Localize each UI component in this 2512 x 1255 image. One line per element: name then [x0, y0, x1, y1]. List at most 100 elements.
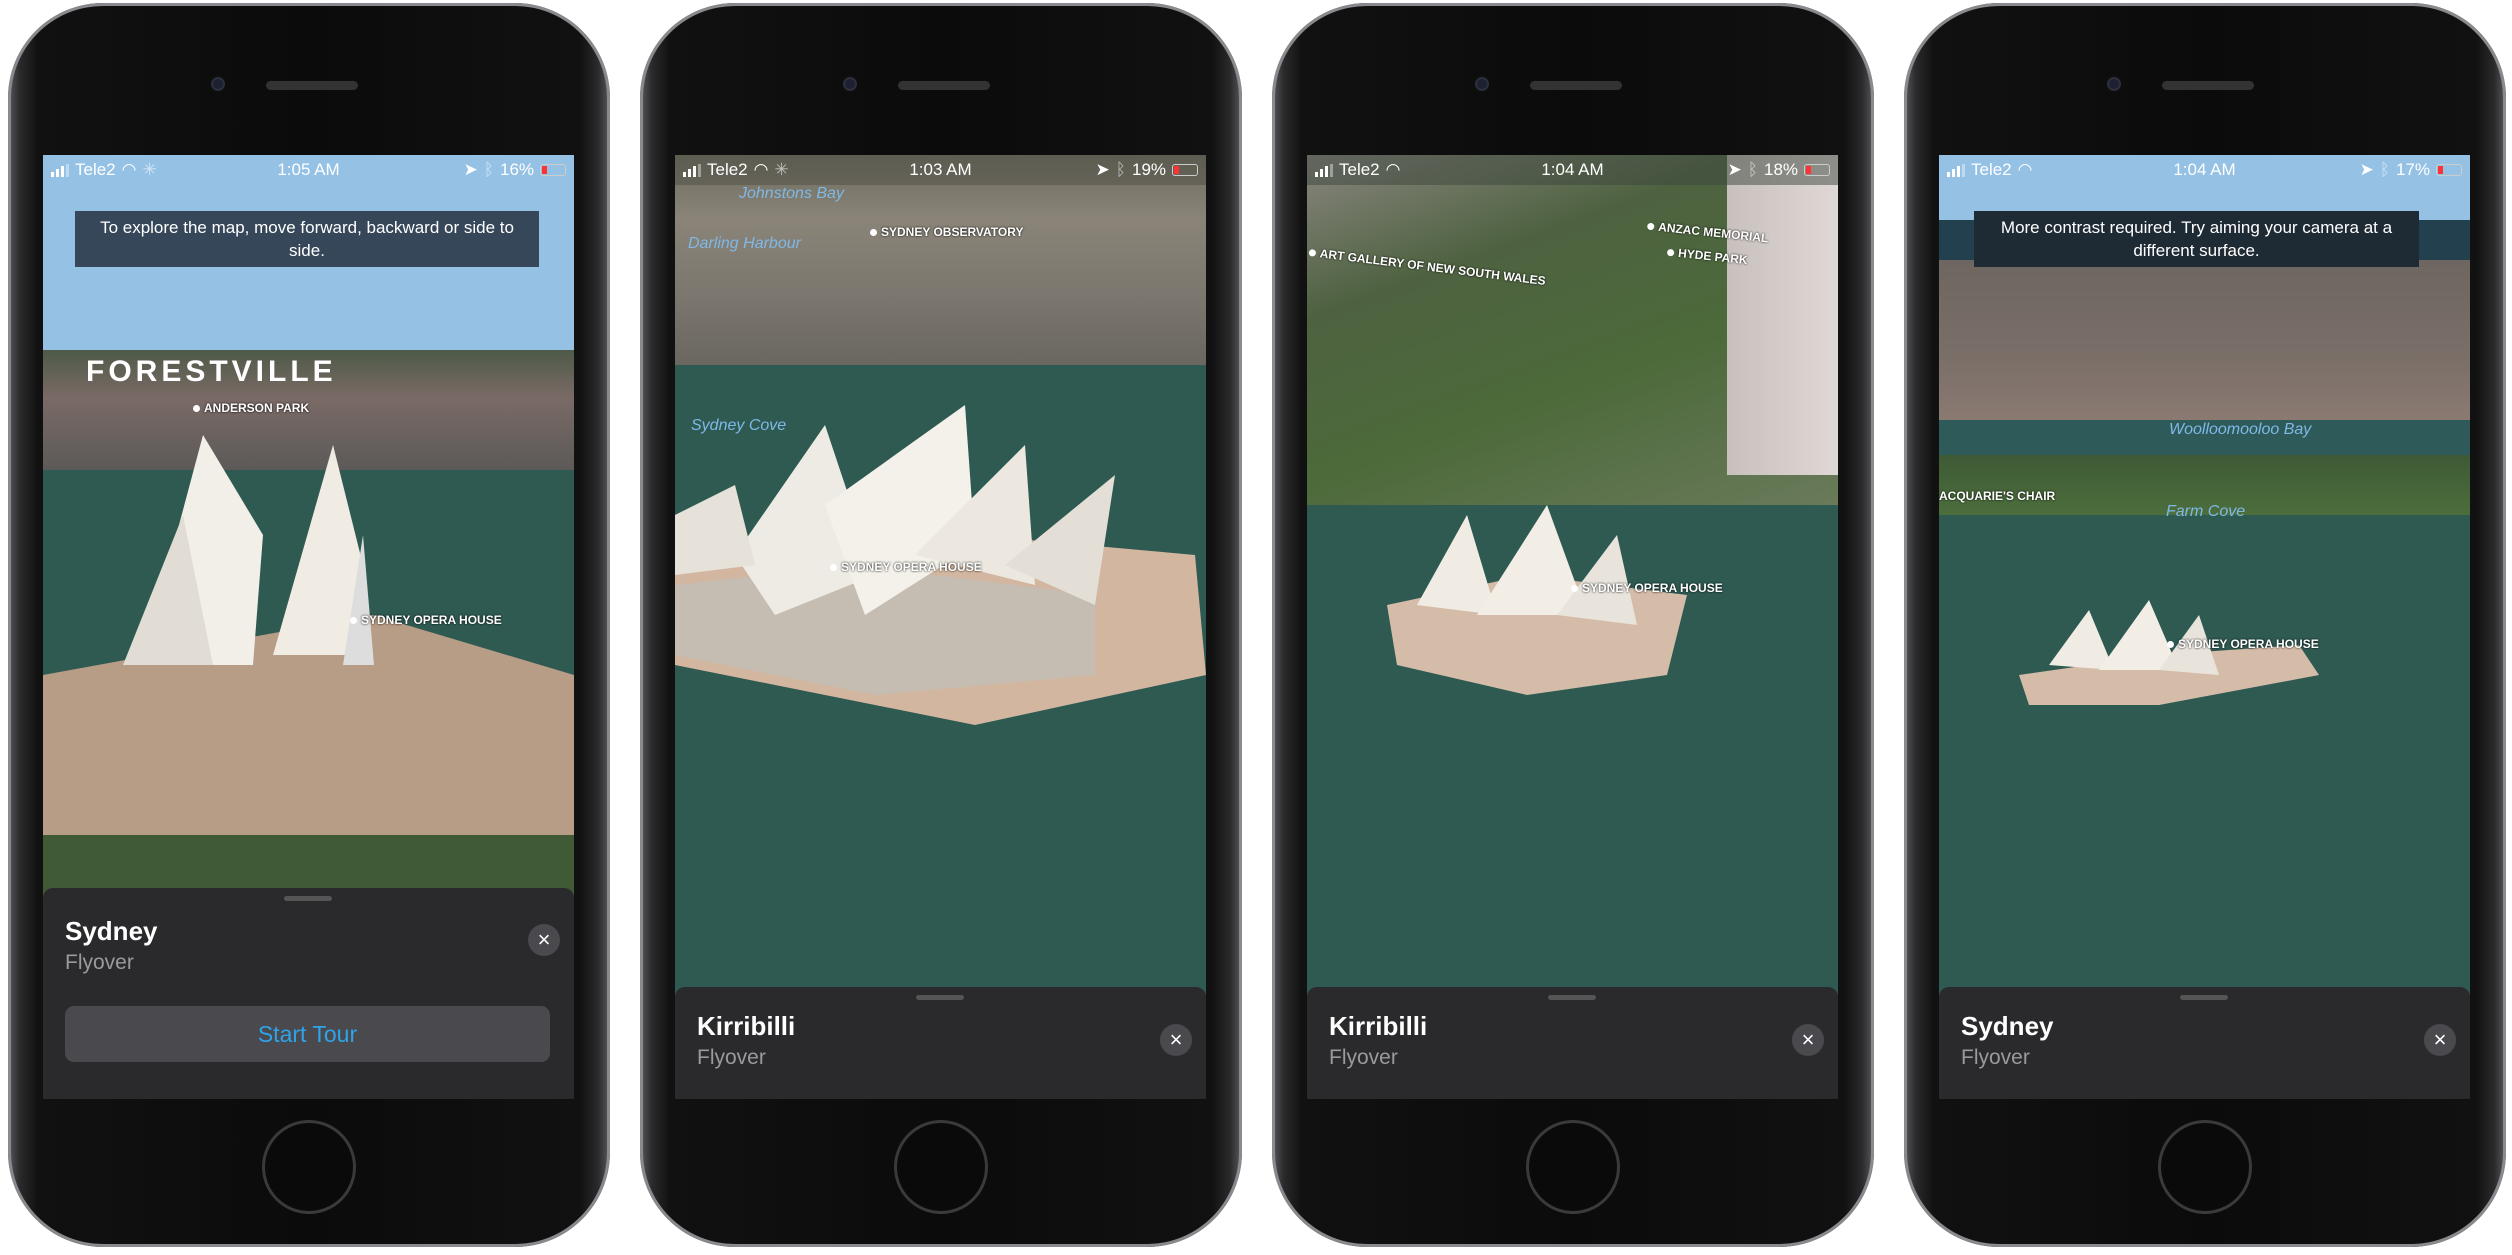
carrier: Tele2	[1971, 160, 2012, 179]
battery-percent: 17%	[2395, 160, 2431, 179]
opera-house-3d	[43, 435, 574, 895]
clock: 1:04 AM	[1541, 160, 1604, 179]
location-icon: ➤	[1727, 160, 1742, 179]
clock: 1:03 AM	[909, 160, 972, 179]
poi-label[interactable]: SYDNEY OPERA HOUSE	[2167, 637, 2319, 651]
battery-icon	[540, 164, 567, 176]
clock: 1:04 AM	[2173, 160, 2236, 179]
battery-icon	[1172, 164, 1199, 176]
water-label[interactable]: Woolloomooloo Bay	[2169, 421, 2311, 439]
bluetooth-icon: ᛒ	[1115, 160, 1126, 179]
clock: 1:05 AM	[277, 160, 340, 179]
front-camera	[1475, 77, 1489, 91]
bluetooth-icon: ᛒ	[1747, 160, 1758, 179]
front-camera	[2107, 77, 2121, 91]
location-icon: ➤	[2359, 160, 2374, 179]
place-card: Sydney Flyover ×	[1939, 987, 2470, 1099]
iphone-4: Tele2 ◠ 1:04 AM ➤ ᛒ 17% More contrast requi…	[1904, 3, 2506, 1247]
place-card: Kirribilli Flyover ×	[675, 987, 1206, 1099]
carrier: Tele2	[707, 160, 748, 179]
battery-icon	[1804, 164, 1831, 176]
flyover-map-view[interactable]: Tele2 ◠ ✳ 1:05 AM ➤ ᛒ 16% To explore the map…	[43, 155, 574, 1099]
area-label: FORESTVILLE	[86, 355, 337, 388]
carrier: Tele2	[75, 160, 116, 179]
close-button[interactable]: ×	[528, 924, 560, 956]
close-icon: ×	[2433, 1027, 2447, 1052]
signal-icon	[1947, 163, 1965, 177]
flyover-map-view[interactable]: Tele2 ◠ ✳ 1:03 AM ➤ ᛒ 19% Johnstons Bay Darl…	[675, 155, 1206, 1099]
status-bar: Tele2 ◠ ✳ 1:03 AM ➤ ᛒ 19%	[675, 155, 1206, 185]
sheet-grabber[interactable]	[284, 896, 332, 901]
hint-toast: More contrast required. Try aiming your …	[1974, 211, 2419, 267]
water-label[interactable]: Darling Harbour	[688, 235, 801, 253]
poi-label[interactable]: ANDERSON PARK	[193, 401, 309, 415]
flyover-map-view[interactable]: Tele2 ◠ 1:04 AM ➤ ᛒ 18% ART GALLERY OF NEW …	[1307, 155, 1838, 1099]
poi-label[interactable]: SYDNEY OPERA HOUSE	[830, 560, 982, 574]
city-towers	[1727, 155, 1838, 475]
iphone-2: Tele2 ◠ ✳ 1:03 AM ➤ ᛒ 19% Johnstons Bay Darl…	[640, 3, 1242, 1247]
place-subtitle: Flyover	[65, 951, 134, 974]
wifi-icon: ◠	[753, 160, 769, 179]
close-icon: ×	[537, 927, 551, 952]
status-bar: Tele2 ◠ 1:04 AM ➤ ᛒ 17%	[1939, 155, 2470, 185]
city-terrain	[1939, 260, 2470, 420]
wifi-icon: ◠	[2017, 160, 2033, 179]
earpiece	[2162, 81, 2254, 90]
place-title: Sydney	[65, 916, 158, 946]
home-button[interactable]	[894, 1120, 988, 1214]
front-camera	[843, 77, 857, 91]
sheet-grabber[interactable]	[2180, 995, 2228, 1000]
close-button[interactable]: ×	[1792, 1024, 1824, 1056]
battery-icon	[2436, 164, 2463, 176]
front-camera	[211, 77, 225, 91]
poi-label[interactable]: SYDNEY OPERA HOUSE	[350, 613, 502, 627]
close-icon: ×	[1169, 1027, 1183, 1052]
place-title: Sydney	[1961, 1011, 2054, 1041]
place-card: Sydney Flyover × Start Tour	[43, 888, 574, 1099]
activity-spinner-icon: ✳	[774, 160, 789, 179]
start-tour-button[interactable]: Start Tour	[65, 1006, 550, 1062]
bluetooth-icon: ᛒ	[2379, 160, 2390, 179]
water-label[interactable]: Johnstons Bay	[739, 185, 844, 203]
wifi-icon: ◠	[1385, 160, 1401, 179]
earpiece	[898, 81, 990, 90]
location-icon: ➤	[1095, 160, 1110, 179]
opera-house-3d	[2019, 600, 2319, 705]
poi-label[interactable]: SYDNEY OPERA HOUSE	[1571, 581, 1723, 595]
close-button[interactable]: ×	[1160, 1024, 1192, 1056]
place-subtitle: Flyover	[697, 1046, 766, 1069]
flyover-map-view[interactable]: Tele2 ◠ 1:04 AM ➤ ᛒ 17% More contrast requi…	[1939, 155, 2470, 1099]
home-button[interactable]	[262, 1120, 356, 1214]
close-icon: ×	[1801, 1027, 1815, 1052]
battery-percent: 18%	[1763, 160, 1799, 179]
place-subtitle: Flyover	[1961, 1046, 2030, 1069]
sheet-grabber[interactable]	[916, 995, 964, 1000]
place-card: Kirribilli Flyover ×	[1307, 987, 1838, 1099]
activity-spinner-icon: ✳	[142, 160, 157, 179]
signal-icon	[1315, 163, 1333, 177]
iphone-3: Tele2 ◠ 1:04 AM ➤ ᛒ 18% ART GALLERY OF NEW …	[1272, 3, 1874, 1247]
status-bar: Tele2 ◠ 1:04 AM ➤ ᛒ 18%	[1307, 155, 1838, 185]
carrier: Tele2	[1339, 160, 1380, 179]
water-label[interactable]: Sydney Cove	[691, 417, 786, 435]
place-title: Kirribilli	[697, 1011, 796, 1041]
water-label[interactable]: Farm Cove	[2166, 503, 2245, 521]
earpiece	[1530, 81, 1622, 90]
home-button[interactable]	[1526, 1120, 1620, 1214]
battery-percent: 19%	[1131, 160, 1167, 179]
home-button[interactable]	[2158, 1120, 2252, 1214]
hint-toast: To explore the map, move forward, backwa…	[75, 211, 539, 267]
wifi-icon: ◠	[121, 160, 137, 179]
poi-label[interactable]: ACQUARIE'S CHAIR	[1939, 489, 2055, 503]
location-icon: ➤	[463, 160, 478, 179]
sheet-grabber[interactable]	[1548, 995, 1596, 1000]
opera-house-3d	[1387, 505, 1687, 695]
poi-label[interactable]: SYDNEY OBSERVATORY	[870, 225, 1023, 239]
earpiece	[266, 81, 358, 90]
bluetooth-icon: ᛒ	[483, 160, 494, 179]
status-bar: Tele2 ◠ ✳ 1:05 AM ➤ ᛒ 16%	[43, 155, 574, 185]
battery-percent: 16%	[499, 160, 535, 179]
place-title: Kirribilli	[1329, 1011, 1428, 1041]
place-subtitle: Flyover	[1329, 1046, 1398, 1069]
close-button[interactable]: ×	[2424, 1024, 2456, 1056]
